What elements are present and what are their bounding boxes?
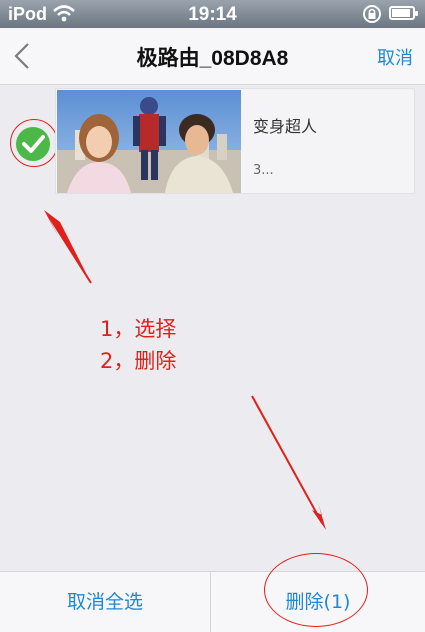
- video-card[interactable]: 变身超人 3...: [55, 88, 415, 194]
- video-title: 变身超人: [253, 117, 318, 136]
- back-chevron-icon[interactable]: [6, 36, 40, 76]
- annotation-step-2: 2，删除: [100, 349, 177, 373]
- status-bar: iPod 19:14: [0, 0, 425, 28]
- delete-highlight-circle: [264, 553, 368, 627]
- arrow-to-delete-shaft: [251, 395, 323, 524]
- page-title: 极路由_08D8A8: [136, 47, 289, 70]
- video-thumbnail: [57, 90, 241, 193]
- arrow-to-delete-icon: [312, 503, 326, 530]
- battery-icon: [389, 6, 418, 20]
- arrow-to-check-shaft: [47, 214, 92, 284]
- cancel-button[interactable]: 取消: [377, 44, 413, 70]
- rotation-lock-icon: [361, 3, 383, 30]
- checkmark-highlight-circle: [10, 119, 58, 167]
- deselect-all-button[interactable]: 取消全选: [0, 572, 210, 632]
- nav-bar: 极路由_08D8A8 取消: [0, 28, 425, 85]
- video-meta: 3...: [253, 163, 274, 178]
- arrow-to-check-icon: [44, 210, 91, 283]
- annotation-step-1: 1，选择: [100, 317, 177, 341]
